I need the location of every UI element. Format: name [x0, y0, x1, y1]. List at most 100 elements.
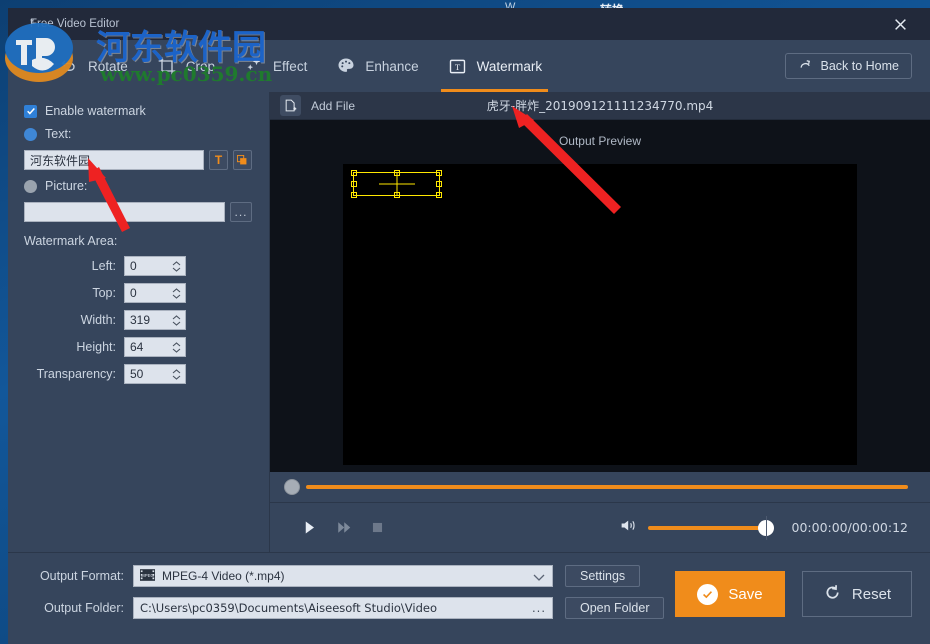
watermark-picture-input[interactable] [24, 202, 225, 222]
seek-handle[interactable] [284, 479, 300, 495]
output-format-select[interactable]: MPEG MPEG-4 Video (*.mp4) [133, 565, 553, 587]
picture-radio-button[interactable] [24, 180, 37, 193]
settings-button[interactable]: Settings [565, 565, 640, 587]
left-value: 0 [130, 259, 137, 273]
title-bar: * Free Video Editor [8, 8, 930, 40]
effect-icon [243, 55, 265, 77]
fast-forward-icon[interactable] [326, 511, 360, 545]
folder-browse-button[interactable]: ... [532, 601, 546, 615]
play-icon[interactable] [292, 511, 326, 545]
transparency-spinner-arrows[interactable] [172, 365, 181, 383]
text-radio-row[interactable]: Text: [24, 127, 255, 141]
resize-handle-nw[interactable] [351, 170, 357, 176]
left-field-row: Left: 0 [24, 256, 255, 276]
resize-handle-ne[interactable] [436, 170, 442, 176]
enhance-icon [335, 55, 357, 77]
rotate-icon [58, 55, 80, 77]
output-folder-value: C:\Users\pc0359\Documents\Aiseesoft Stud… [140, 601, 437, 615]
close-icon[interactable] [888, 12, 912, 36]
width-field-row: Width: 319 [24, 310, 255, 330]
chevron-down-icon[interactable] [533, 570, 545, 584]
watermark-area-title: Watermark Area: [24, 234, 255, 248]
window-title: Free Video Editor [30, 18, 119, 30]
resize-handle-sw[interactable] [351, 192, 357, 198]
output-folder-row: Output Folder: C:\Users\pc0359\Documents… [24, 597, 930, 619]
open-folder-button[interactable]: Open Folder [565, 597, 664, 619]
output-settings-footer: Output Format: MPEG MPEG-4 Video (*.mp4) [8, 552, 930, 644]
video-canvas[interactable] [343, 164, 857, 465]
font-button[interactable]: T [209, 150, 228, 170]
watermark-picture-row: ... [24, 202, 255, 222]
transparency-field-row: Transparency: 50 [24, 364, 255, 384]
save-button[interactable]: Save [675, 571, 785, 617]
preview-panel: Add File 虎牙-胖炸_201909121111234770.mp4 Ou… [270, 92, 930, 552]
height-value: 64 [130, 340, 143, 354]
left-field-label: Left: [24, 259, 116, 273]
stop-icon[interactable] [360, 511, 394, 545]
volume-control [620, 517, 768, 539]
seek-track[interactable] [306, 485, 908, 489]
left-spinner-arrows[interactable] [172, 257, 181, 275]
app-window: * Free Video Editor Rotate Crop [8, 8, 930, 644]
tab-watermark-label: Watermark [477, 59, 543, 74]
transparency-value: 50 [130, 367, 143, 381]
volume-icon[interactable] [620, 517, 638, 539]
crop-icon [156, 55, 178, 77]
width-value: 319 [130, 313, 150, 327]
enable-watermark-row[interactable]: Enable watermark [24, 104, 255, 118]
tab-crop[interactable]: Crop [142, 40, 229, 92]
resize-handle-w[interactable] [351, 181, 357, 187]
enable-watermark-checkbox[interactable] [24, 105, 37, 118]
film-strip-icon: MPEG [140, 569, 155, 584]
tab-rotate-label: Rotate [88, 59, 128, 74]
reset-arrow-icon [823, 583, 842, 606]
tab-effect-label: Effect [273, 59, 307, 74]
window-body: Enable watermark Text: 河东软件园 T Picture: [8, 92, 930, 552]
output-folder-input[interactable]: C:\Users\pc0359\Documents\Aiseesoft Stud… [133, 597, 553, 619]
width-spinner-arrows[interactable] [172, 311, 181, 329]
add-file-icon[interactable] [280, 95, 301, 116]
top-spinner[interactable]: 0 [124, 283, 186, 303]
tab-rotate[interactable]: Rotate [44, 40, 142, 92]
watermark-selection-box[interactable] [353, 172, 440, 196]
seek-bar-container [270, 472, 930, 502]
add-file-label[interactable]: Add File [311, 99, 355, 113]
resize-handle-e[interactable] [436, 181, 442, 187]
text-radio-label: Text: [45, 127, 71, 141]
center-crosshair-vertical [396, 173, 397, 195]
text-radio-button[interactable] [24, 128, 37, 141]
back-to-home-button[interactable]: Back to Home [785, 53, 912, 79]
color-layers-icon[interactable] [233, 150, 252, 170]
picture-radio-label: Picture: [45, 179, 87, 193]
tab-effect[interactable]: Effect [229, 40, 321, 92]
current-filename: 虎牙-胖炸_201909121111234770.mp4 [487, 97, 714, 114]
top-field-row: Top: 0 [24, 283, 255, 303]
save-label: Save [728, 586, 762, 603]
picture-browse-button[interactable]: ... [230, 202, 252, 222]
reset-label: Reset [852, 586, 891, 603]
tab-crop-label: Crop [186, 59, 215, 74]
transparency-spinner[interactable]: 50 [124, 364, 186, 384]
width-spinner[interactable]: 319 [124, 310, 186, 330]
width-field-label: Width: [24, 313, 116, 327]
watermark-text-input[interactable]: 河东软件园 [24, 150, 204, 170]
watermark-text-row: 河东软件园 T [24, 150, 255, 170]
file-bar: Add File 虎牙-胖炸_201909121111234770.mp4 [270, 92, 930, 120]
left-spinner[interactable]: 0 [124, 256, 186, 276]
top-spinner-arrows[interactable] [172, 284, 181, 302]
tab-watermark[interactable]: T Watermark [433, 40, 557, 92]
tab-enhance-label: Enhance [365, 59, 418, 74]
picture-radio-row[interactable]: Picture: [24, 179, 255, 193]
resize-handle-se[interactable] [436, 192, 442, 198]
output-format-label: Output Format: [24, 569, 124, 583]
tab-enhance[interactable]: Enhance [321, 40, 432, 92]
main-toolbar: Rotate Crop Effect [8, 40, 930, 92]
top-field-label: Top: [24, 286, 116, 300]
height-spinner-arrows[interactable] [172, 338, 181, 356]
height-spinner[interactable]: 64 [124, 337, 186, 357]
top-value: 0 [130, 286, 137, 300]
volume-slider[interactable] [648, 526, 768, 530]
enable-watermark-label: Enable watermark [45, 104, 146, 118]
reset-button[interactable]: Reset [802, 571, 912, 617]
height-field-row: Height: 64 [24, 337, 255, 357]
